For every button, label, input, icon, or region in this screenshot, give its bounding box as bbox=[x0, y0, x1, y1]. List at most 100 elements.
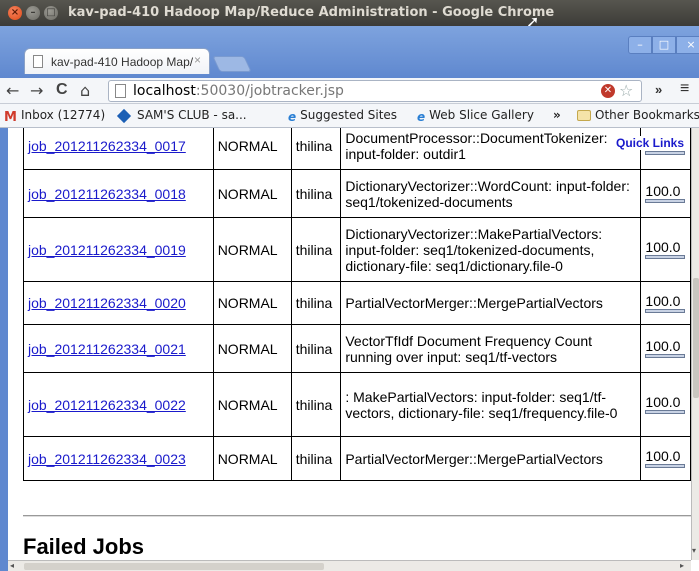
user-cell: thilina bbox=[290, 217, 342, 282]
window-close-button[interactable]: × bbox=[8, 6, 22, 20]
home-icon[interactable]: ⌂ bbox=[80, 81, 90, 100]
user-cell: thilina bbox=[290, 324, 342, 373]
priority-cell: NORMAL bbox=[212, 324, 292, 373]
bookmark-inbox[interactable]: M Inbox (12774) bbox=[4, 108, 105, 125]
ie-icon: e bbox=[288, 110, 297, 124]
progress-bar bbox=[645, 308, 686, 313]
progress-bar-fill bbox=[646, 200, 685, 202]
chrome-minimize-button[interactable]: – bbox=[628, 36, 652, 54]
table-row: job_201211262334_0019 NORMAL thilina Dictio… bbox=[23, 217, 691, 282]
user-cell: thilina bbox=[290, 169, 342, 218]
chrome-close-button[interactable]: × bbox=[676, 36, 699, 54]
bookmark-suggested-sites[interactable]: e Suggested Sites bbox=[288, 108, 397, 124]
ie-icon: e bbox=[417, 110, 426, 124]
gmail-icon: M bbox=[4, 110, 17, 125]
job-link[interactable]: job_201211262334_0020 bbox=[28, 295, 186, 311]
progress-bar-fill bbox=[646, 411, 685, 413]
user-cell: thilina bbox=[290, 281, 342, 325]
progress-bar bbox=[645, 151, 686, 155]
table-row: job_201211262334_0017 NORMAL thilina Docume… bbox=[23, 128, 691, 170]
new-tab-button[interactable] bbox=[212, 56, 252, 72]
progress-percent: 100.0 bbox=[645, 292, 681, 309]
scroll-down-icon[interactable]: ▾ bbox=[692, 546, 696, 555]
quick-links-link[interactable]: Quick Links bbox=[616, 136, 685, 150]
job-name-cell: PartialVectorMerger::MergePartialVectors bbox=[340, 281, 642, 325]
map-progress-cell: 100.0 bbox=[640, 372, 691, 437]
job-name-cell: DictionaryVectorizer::WordCount: input-f… bbox=[340, 169, 642, 218]
table-row: job_201211262334_0018 NORMAL thilina Dictio… bbox=[23, 169, 691, 218]
address-bar[interactable]: localhost:50030/jobtracker.jsp ✕ ☆ bbox=[108, 80, 642, 102]
progress-bar-fill bbox=[646, 152, 685, 154]
progress-percent: 100.0 bbox=[645, 448, 681, 464]
user-cell: thilina bbox=[290, 436, 342, 481]
window-frame-edge bbox=[0, 128, 8, 571]
window-title: kav-pad-410 Hadoop Map/Reduce Administra… bbox=[68, 5, 555, 20]
stop-icon[interactable]: ✕ bbox=[601, 84, 615, 98]
job-name-cell: DocumentProcessor::DocumentTokenizer: in… bbox=[340, 128, 642, 170]
extensions-overflow-icon[interactable]: » bbox=[655, 82, 662, 97]
url-text: localhost:50030/jobtracker.jsp bbox=[133, 83, 344, 99]
reload-icon[interactable]: C bbox=[56, 81, 68, 99]
progress-bar bbox=[645, 410, 686, 414]
vertical-scrollbar[interactable]: ▾ bbox=[691, 128, 699, 560]
diamond-icon bbox=[116, 108, 132, 124]
priority-cell: NORMAL bbox=[212, 169, 292, 218]
table-row: job_201211262334_0020 NORMAL thilina Partia… bbox=[23, 281, 691, 325]
browser-tab[interactable]: kav-pad-410 Hadoop Map/ × bbox=[24, 48, 210, 74]
progress-percent: 100.0 bbox=[645, 239, 681, 255]
page-viewport: Quick Links job_201211262334_0017 NORMAL t… bbox=[8, 128, 691, 560]
job-link[interactable]: job_201211262334_0019 bbox=[28, 242, 186, 258]
table-row: job_201211262334_0023 NORMAL thilina Partia… bbox=[23, 436, 691, 481]
page-icon bbox=[33, 55, 43, 68]
window-titlebar: × – □ kav-pad-410 Hadoop Map/Reduce Admi… bbox=[0, 0, 699, 31]
progress-percent: 100.0 bbox=[645, 338, 681, 354]
job-link[interactable]: job_201211262334_0018 bbox=[28, 186, 186, 202]
horizontal-scroll-thumb[interactable] bbox=[24, 563, 324, 570]
bookmark-web-slice-gallery[interactable]: e Web Slice Gallery bbox=[417, 108, 534, 124]
priority-cell: NORMAL bbox=[212, 372, 292, 437]
vertical-scroll-thumb[interactable] bbox=[693, 278, 699, 398]
completed-jobs-table: job_201211262334_0017 NORMAL thilina Docume… bbox=[23, 128, 691, 481]
progress-bar-fill bbox=[646, 465, 685, 467]
window-minimize-button[interactable]: – bbox=[26, 6, 40, 20]
scroll-left-icon[interactable]: ◂ bbox=[10, 561, 14, 570]
section-divider bbox=[23, 515, 691, 517]
user-cell: thilina bbox=[290, 372, 342, 437]
window-maximize-button[interactable]: □ bbox=[44, 6, 58, 20]
progress-bar bbox=[645, 354, 686, 358]
job-name-cell: : MakePartialVectors: input-folder: seq1… bbox=[340, 372, 642, 437]
map-progress-cell: 100.0 bbox=[640, 281, 691, 325]
bookmark-other[interactable]: Other Bookmarks bbox=[577, 108, 699, 122]
scroll-right-icon[interactable]: ▸ bbox=[680, 561, 684, 570]
bookmarks-overflow-icon[interactable]: » bbox=[553, 108, 561, 122]
progress-percent: 100.0 bbox=[645, 394, 681, 410]
progress-bar-fill bbox=[646, 355, 685, 357]
job-name-cell: DictionaryVectorizer::MakePartialVectors… bbox=[340, 217, 642, 282]
horizontal-scrollbar[interactable]: ◂ ▸ bbox=[8, 560, 691, 571]
job-link[interactable]: job_201211262334_0021 bbox=[28, 341, 186, 357]
star-icon[interactable]: ☆ bbox=[619, 81, 633, 101]
job-link[interactable]: job_201211262334_0017 bbox=[28, 138, 186, 154]
tab-close-icon[interactable]: × bbox=[194, 53, 201, 67]
chrome-maximize-button[interactable]: □ bbox=[652, 36, 676, 54]
progress-percent: 100.0 bbox=[645, 183, 681, 199]
back-icon[interactable]: ← bbox=[6, 81, 19, 100]
priority-cell: NORMAL bbox=[212, 128, 292, 170]
job-id-cell: job_201211262334_0018 bbox=[23, 169, 214, 218]
job-id-cell: job_201211262334_0020 bbox=[23, 281, 214, 325]
job-link[interactable]: job_201211262334_0022 bbox=[28, 397, 186, 413]
map-progress-cell: 100.0 bbox=[640, 324, 691, 373]
job-link[interactable]: job_201211262334_0023 bbox=[28, 451, 186, 467]
progress-bar bbox=[645, 199, 686, 203]
user-cell: thilina bbox=[290, 128, 342, 170]
priority-cell: NORMAL bbox=[212, 281, 292, 325]
job-id-cell: job_201211262334_0017 bbox=[23, 128, 214, 170]
progress-bar bbox=[645, 255, 686, 259]
bookmark-sams-club[interactable]: SAM'S CLUB - sa... bbox=[116, 108, 247, 124]
progress-bar-fill bbox=[646, 256, 685, 258]
folder-icon bbox=[577, 110, 591, 121]
map-progress-cell: 100.0 bbox=[640, 217, 691, 282]
menu-icon[interactable]: ≡ bbox=[680, 80, 689, 98]
priority-cell: NORMAL bbox=[212, 217, 292, 282]
forward-icon[interactable]: → bbox=[30, 81, 43, 100]
